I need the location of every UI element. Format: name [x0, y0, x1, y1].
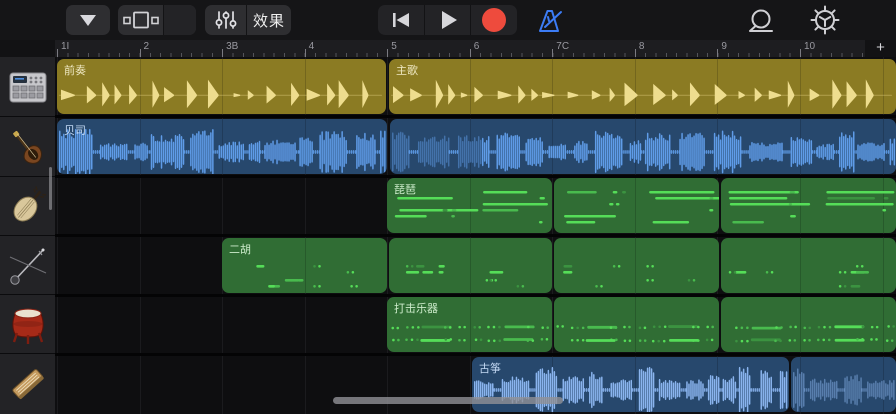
bar-label: 10 — [804, 41, 815, 52]
region-row4-3[interactable] — [554, 238, 719, 293]
timeline-ruler[interactable]: 1I 2 3B 4 5 6 7C 8 9 10 — [55, 40, 865, 57]
record-button[interactable] — [470, 5, 517, 35]
play-icon — [438, 10, 458, 30]
track-view-toggle[interactable] — [118, 5, 163, 35]
midi-notes — [721, 297, 896, 352]
track-controls-button[interactable] — [118, 5, 196, 35]
bar-tick — [305, 49, 306, 57]
region-label: 贝司 — [64, 122, 86, 138]
play-button[interactable] — [424, 5, 471, 35]
track-bass[interactable] — [0, 117, 55, 177]
midi-notes — [721, 238, 896, 293]
bar-tick — [635, 49, 636, 57]
region-row4-2[interactable] — [389, 238, 552, 293]
metronome-button[interactable] — [532, 6, 568, 34]
waveform — [389, 59, 896, 114]
garageband-app: 效果 — [0, 0, 896, 414]
bar-tick — [552, 49, 553, 57]
effects-label: 效果 — [253, 10, 285, 31]
settings-gear-icon — [809, 5, 842, 36]
transport-controls — [378, 5, 517, 35]
bass-guitar-icon — [6, 126, 50, 168]
effects-group: 效果 — [205, 5, 291, 35]
mixer-button[interactable] — [205, 5, 246, 35]
settings-button[interactable] — [806, 5, 844, 36]
region-打击乐器[interactable]: 打击乐器 — [387, 297, 552, 352]
bar-label: 8 — [639, 41, 645, 52]
bar-label: 3B — [226, 41, 238, 52]
toolbar: 效果 — [0, 0, 896, 40]
drum-machine-icon — [7, 67, 49, 107]
effects-button[interactable]: 效果 — [246, 5, 291, 35]
region-row6-2[interactable] — [791, 357, 896, 412]
add-bars-button[interactable]: + — [865, 40, 896, 57]
region-row4-4[interactable] — [721, 238, 896, 293]
song-sections-button[interactable] — [66, 5, 110, 35]
bar-tick — [800, 49, 801, 57]
guzheng-icon — [6, 362, 50, 406]
midi-notes — [554, 238, 719, 293]
track-pipa[interactable] — [0, 176, 55, 236]
bar-tick — [57, 49, 58, 57]
region-row5-3[interactable] — [721, 297, 896, 352]
loop-icon — [743, 8, 779, 34]
track-percussion[interactable] — [0, 294, 55, 354]
record-icon — [482, 8, 506, 32]
region-row3-2[interactable] — [554, 178, 719, 233]
horizontal-scrollbar[interactable] — [333, 397, 563, 404]
skip-to-beginning-button[interactable] — [378, 5, 424, 35]
bar-label: 9 — [721, 41, 727, 52]
region-二胡[interactable]: 二胡 — [222, 238, 387, 293]
bar-label: 5 — [391, 41, 397, 52]
pipa-icon — [7, 185, 49, 227]
midi-notes — [389, 238, 552, 293]
vertical-scrollbar[interactable] — [49, 167, 52, 210]
waveform — [791, 357, 896, 412]
bar-label: 1I — [61, 41, 69, 52]
bar-tick — [717, 49, 718, 57]
region-label: 古筝 — [479, 360, 501, 376]
region-label: 二胡 — [229, 241, 251, 257]
track-guzheng[interactable] — [0, 353, 55, 414]
tracks-icon — [123, 11, 159, 29]
track-header-column — [0, 57, 55, 414]
waveform — [57, 119, 387, 174]
erhu-icon — [6, 243, 50, 287]
region-label: 琵琶 — [394, 181, 416, 197]
triangle-down-icon — [79, 13, 97, 27]
ruler-corner — [0, 40, 55, 57]
bar-label: 2 — [144, 41, 150, 52]
region-row2-2[interactable] — [390, 119, 896, 174]
region-前奏[interactable]: 前奏 — [57, 59, 386, 114]
track-header-expand[interactable] — [163, 5, 196, 35]
track-erhu[interactable] — [0, 235, 55, 295]
metronome-icon — [535, 7, 565, 34]
region-琵琶[interactable]: 琵琶 — [387, 178, 552, 233]
midi-notes — [554, 178, 719, 233]
bar-tick — [140, 49, 141, 57]
midi-notes — [721, 178, 896, 233]
bar-label: 7C — [556, 41, 569, 52]
track-drums[interactable] — [0, 57, 55, 117]
region-label: 主歌 — [396, 62, 418, 78]
bar-label: 4 — [309, 41, 315, 52]
bar-tick — [470, 49, 471, 57]
region-label: 前奏 — [64, 62, 86, 78]
timeline-area[interactable]: 前奏 主歌贝司琵琶二胡打击乐器古筝 — [55, 57, 896, 414]
region-label: 打击乐器 — [394, 300, 438, 316]
region-贝司[interactable]: 贝司 — [57, 119, 387, 174]
midi-notes — [554, 297, 719, 352]
bar-tick — [387, 49, 388, 57]
mixer-sliders-icon — [215, 10, 237, 30]
region-row5-2[interactable] — [554, 297, 719, 352]
waveform — [390, 119, 896, 174]
bar-tick — [222, 49, 223, 57]
skip-back-icon — [391, 11, 411, 29]
region-row3-3[interactable] — [721, 178, 896, 233]
loop-browser-button[interactable] — [742, 7, 780, 35]
region-主歌[interactable]: 主歌 — [389, 59, 896, 114]
chinese-drum-icon — [7, 302, 49, 346]
waveform — [57, 59, 386, 114]
bar-label: 6 — [474, 41, 480, 52]
